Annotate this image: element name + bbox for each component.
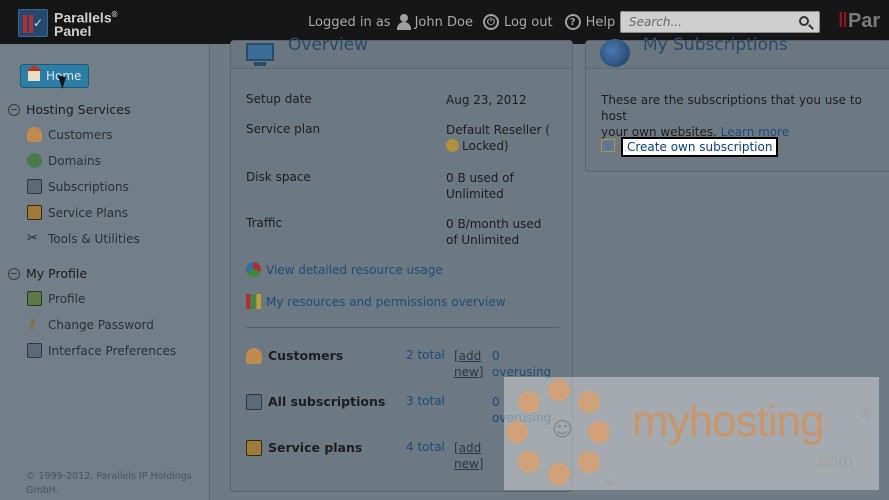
sidebar-item-label: Service Plans bbox=[48, 205, 128, 220]
add-service-plan-link[interactable]: [add new] bbox=[454, 440, 483, 472]
sidebar: Home Hosting Services Customers Domains … bbox=[0, 44, 210, 500]
preferences-icon bbox=[27, 343, 42, 358]
help-icon: ? bbox=[564, 14, 581, 30]
sidebar-item-label: Interface Preferences bbox=[48, 343, 177, 358]
create-subscription-icon bbox=[601, 139, 615, 152]
customers-icon bbox=[27, 127, 42, 142]
search-box bbox=[620, 11, 820, 33]
my-subscriptions-panel: My Subscriptions These are the subscript… bbox=[585, 35, 889, 172]
tools-icon: ✂ bbox=[27, 231, 38, 246]
logout-button[interactable]: ⏻ Log out bbox=[482, 14, 553, 30]
monitor-stand-icon bbox=[254, 62, 266, 66]
home-icon bbox=[26, 65, 42, 81]
service-plans-icon bbox=[246, 440, 262, 456]
sidebar-item-label: Tools & Utilities bbox=[48, 231, 140, 246]
myhosting-dotcom: .com bbox=[814, 451, 854, 471]
setup-date-value: Aug 23, 2012 bbox=[446, 93, 527, 107]
section-hosting-services[interactable]: Hosting Services bbox=[8, 102, 130, 117]
parallels-corner-logo: ‖Par bbox=[838, 10, 881, 32]
sidebar-item-label: Profile bbox=[48, 291, 86, 306]
help-label: Help bbox=[585, 14, 616, 30]
user-name-link[interactable]: John Doe bbox=[415, 15, 473, 30]
sidebar-item-service-plans[interactable]: Service Plans bbox=[27, 205, 128, 220]
profile-icon bbox=[27, 291, 42, 306]
create-own-subscription-button[interactable]: Create own subscription bbox=[621, 137, 779, 157]
myhosting-brand-text: myhosting bbox=[632, 397, 825, 446]
traffic-label: Traffic bbox=[246, 216, 283, 230]
sidebar-item-label: Subscriptions bbox=[48, 179, 129, 194]
parallels-logo-text: Parallels® Panel bbox=[54, 9, 118, 39]
sidebar-item-label: Domains bbox=[48, 153, 101, 168]
resources-permissions-link[interactable]: My resources and permissions overview bbox=[246, 294, 506, 309]
logout-label: Log out bbox=[503, 14, 553, 30]
customers-icon bbox=[246, 348, 262, 364]
search-icon[interactable] bbox=[799, 16, 809, 26]
parallels-logo[interactable]: ✓ Parallels® Panel bbox=[18, 8, 118, 38]
resource-usage-link[interactable]: View detailed resource usage bbox=[246, 262, 443, 277]
user-icon bbox=[396, 14, 411, 30]
my-subscriptions-description: These are the subscriptions that you use… bbox=[601, 93, 862, 139]
sidebar-item-label: Customers bbox=[48, 127, 113, 142]
section-title: My Profile bbox=[26, 266, 88, 281]
customers-overusing-link[interactable]: 0 overusing bbox=[492, 348, 551, 380]
subscriptions-summary-label: All subscriptions bbox=[268, 394, 386, 409]
collapse-icon bbox=[8, 103, 20, 116]
disk-space-label: Disk space bbox=[246, 170, 311, 184]
sidebar-item-interface-preferences[interactable]: Interface Preferences bbox=[27, 343, 176, 358]
subscriptions-icon bbox=[27, 179, 42, 194]
sidebar-item-domains[interactable]: Domains bbox=[27, 153, 101, 168]
section-title: Hosting Services bbox=[26, 102, 131, 117]
overview-header bbox=[231, 41, 572, 69]
disk-space-value: 0 B used of Unlimited bbox=[446, 171, 514, 201]
resources-permissions-link-text: My resources and permissions overview bbox=[266, 294, 506, 309]
sidebar-item-change-password[interactable]: ⚷ Change Password bbox=[27, 317, 154, 332]
help-button[interactable]: ? Help bbox=[564, 14, 616, 30]
service-plans-summary-label: Service plans bbox=[268, 440, 363, 455]
registered-mark-small: ® bbox=[604, 477, 615, 490]
home-button[interactable]: Home bbox=[20, 64, 89, 88]
traffic-value: 0 B/month used of Unlimited bbox=[446, 217, 542, 247]
divider bbox=[246, 327, 559, 328]
registered-mark: ® bbox=[860, 407, 873, 422]
sidebar-item-customers[interactable]: Customers bbox=[27, 127, 113, 142]
globe-icon bbox=[600, 39, 630, 67]
search-input[interactable] bbox=[621, 12, 791, 32]
bar-chart-icon bbox=[246, 294, 261, 309]
service-plans-total-link[interactable]: 4 total bbox=[406, 440, 445, 454]
overview-title: Overview bbox=[288, 35, 369, 55]
add-customer-link[interactable]: [add new] bbox=[454, 348, 483, 380]
parallels-logo-icon: ✓ bbox=[18, 8, 48, 37]
myhosting-logo-icon: ☺ bbox=[504, 377, 614, 487]
logged-in-label: Logged in as bbox=[308, 14, 391, 30]
pie-chart-icon bbox=[246, 262, 261, 277]
customers-total-link[interactable]: 2 total bbox=[406, 348, 445, 362]
section-my-profile[interactable]: My Profile bbox=[8, 266, 87, 281]
copyright-text: © 1999-2012. Parallels IP Holdings GmbH. bbox=[26, 471, 192, 496]
service-plan-value: Default Reseller ( Locked) bbox=[446, 123, 550, 153]
sidebar-item-tools-utilities[interactable]: ✂ Tools & Utilities bbox=[27, 231, 140, 246]
setup-date-label: Setup date bbox=[246, 92, 312, 106]
key-icon: ⚷ bbox=[27, 317, 37, 332]
myhosting-watermark: ☺ myhosting ® .com ® bbox=[504, 377, 879, 490]
my-subscriptions-title: My Subscriptions bbox=[643, 35, 788, 55]
sidebar-item-profile[interactable]: Profile bbox=[27, 291, 85, 306]
domains-icon bbox=[27, 153, 42, 168]
sidebar-item-label: Change Password bbox=[48, 317, 154, 332]
subscriptions-total-link[interactable]: 3 total bbox=[406, 394, 445, 408]
resource-usage-link-text: View detailed resource usage bbox=[266, 262, 443, 277]
customers-summary-label: Customers bbox=[268, 348, 344, 363]
subscriptions-icon bbox=[246, 394, 262, 410]
sidebar-item-subscriptions[interactable]: Subscriptions bbox=[27, 179, 129, 194]
service-plan-label: Service plan bbox=[246, 122, 321, 136]
lock-icon bbox=[446, 139, 459, 152]
monitor-icon bbox=[246, 43, 274, 61]
service-plans-icon bbox=[27, 205, 42, 220]
power-icon: ⏻ bbox=[482, 14, 499, 30]
collapse-icon bbox=[8, 267, 20, 280]
